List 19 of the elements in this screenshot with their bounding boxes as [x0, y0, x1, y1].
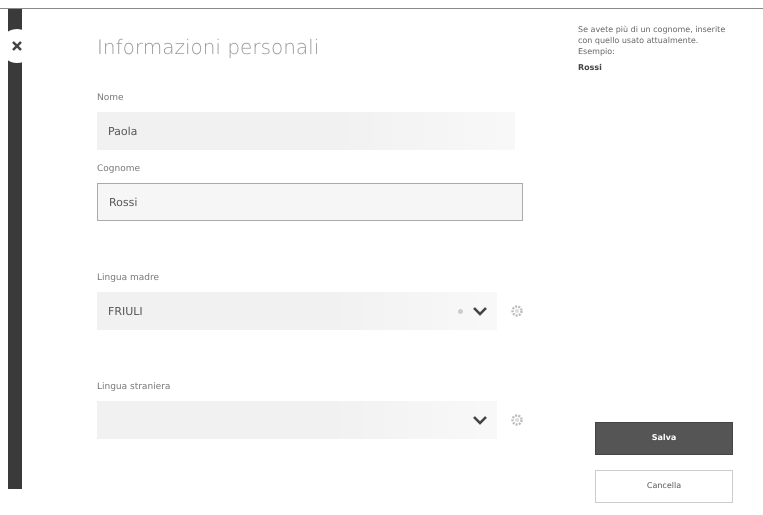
help-example: Rossi [578, 63, 602, 74]
field-label: Lingua straniera [97, 382, 170, 392]
chevron-down-icon[interactable] [473, 416, 487, 424]
field-label: Cognome [97, 164, 140, 174]
help-text: Se avete più di un cognome, inserite con quello usato attualmente. Esempio: [578, 25, 726, 58]
dropdown-field[interactable]: FRIULI [97, 292, 497, 330]
chevron-down-icon[interactable] [473, 306, 487, 316]
clear-icon[interactable] [458, 308, 463, 314]
field-label: Lingua madre [97, 273, 160, 283]
field-label: Nome [97, 93, 124, 103]
close-icon [12, 41, 22, 51]
cancel-button[interactable]: Cancella [595, 470, 733, 503]
page-title: Informazioni personali [97, 35, 320, 59]
gear-icon[interactable] [511, 305, 523, 317]
gear-icon[interactable] [511, 414, 523, 426]
text-field[interactable]: Paola [97, 112, 515, 150]
text-field[interactable]: Rossi [97, 183, 523, 221]
dropdown-field[interactable] [97, 401, 497, 439]
save-button[interactable]: Salva [595, 422, 733, 455]
